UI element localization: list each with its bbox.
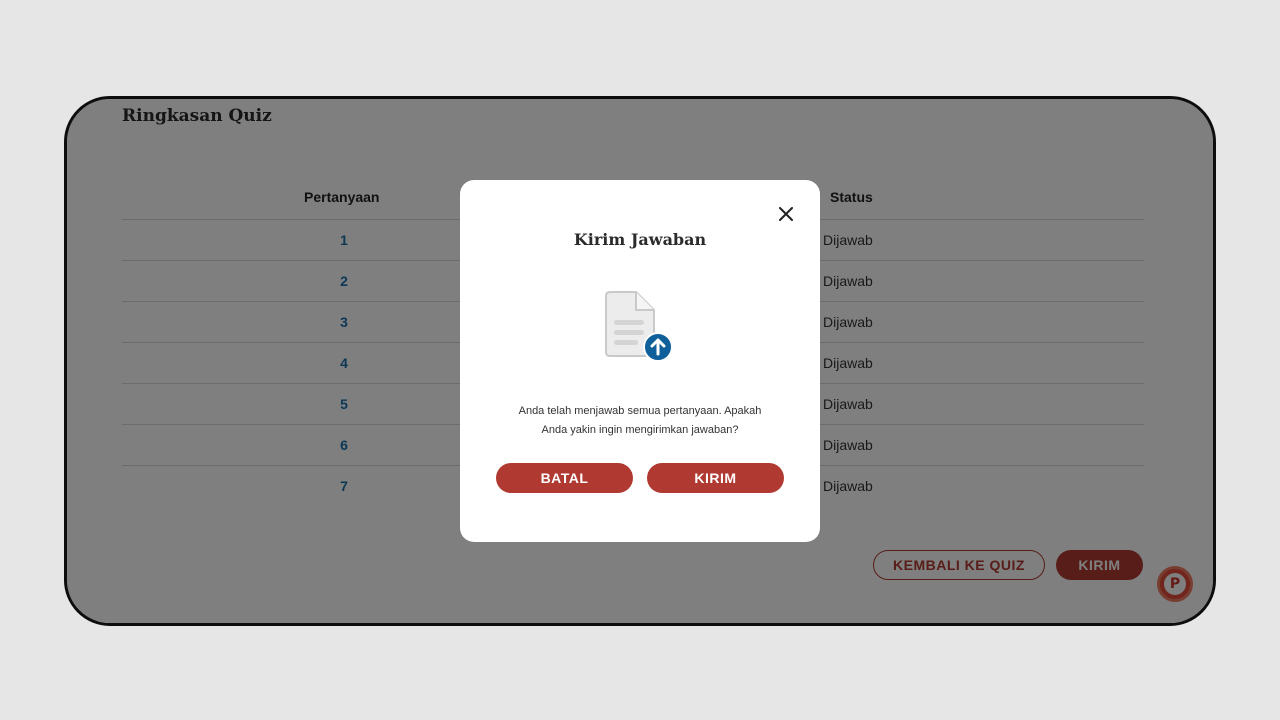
dialog-title: Kirim Jawaban: [573, 230, 707, 249]
dialog-message-line: Anda telah menjawab semua pertanyaan. Ap…: [518, 405, 762, 417]
dialog-message: Anda telah menjawab semua pertanyaan. Ap…: [490, 402, 790, 440]
submit-confirmation-dialog: Kirim Jawaban Anda telah menjawab semua …: [460, 180, 820, 542]
close-icon[interactable]: [776, 204, 796, 224]
confirm-submit-button[interactable]: KIRIM: [647, 463, 784, 493]
dialog-message-line: Anda yakin ingin mengirimkan jawaban?: [541, 424, 739, 436]
document-upload-icon: [604, 290, 676, 366]
cancel-button[interactable]: BATAL: [496, 463, 633, 493]
